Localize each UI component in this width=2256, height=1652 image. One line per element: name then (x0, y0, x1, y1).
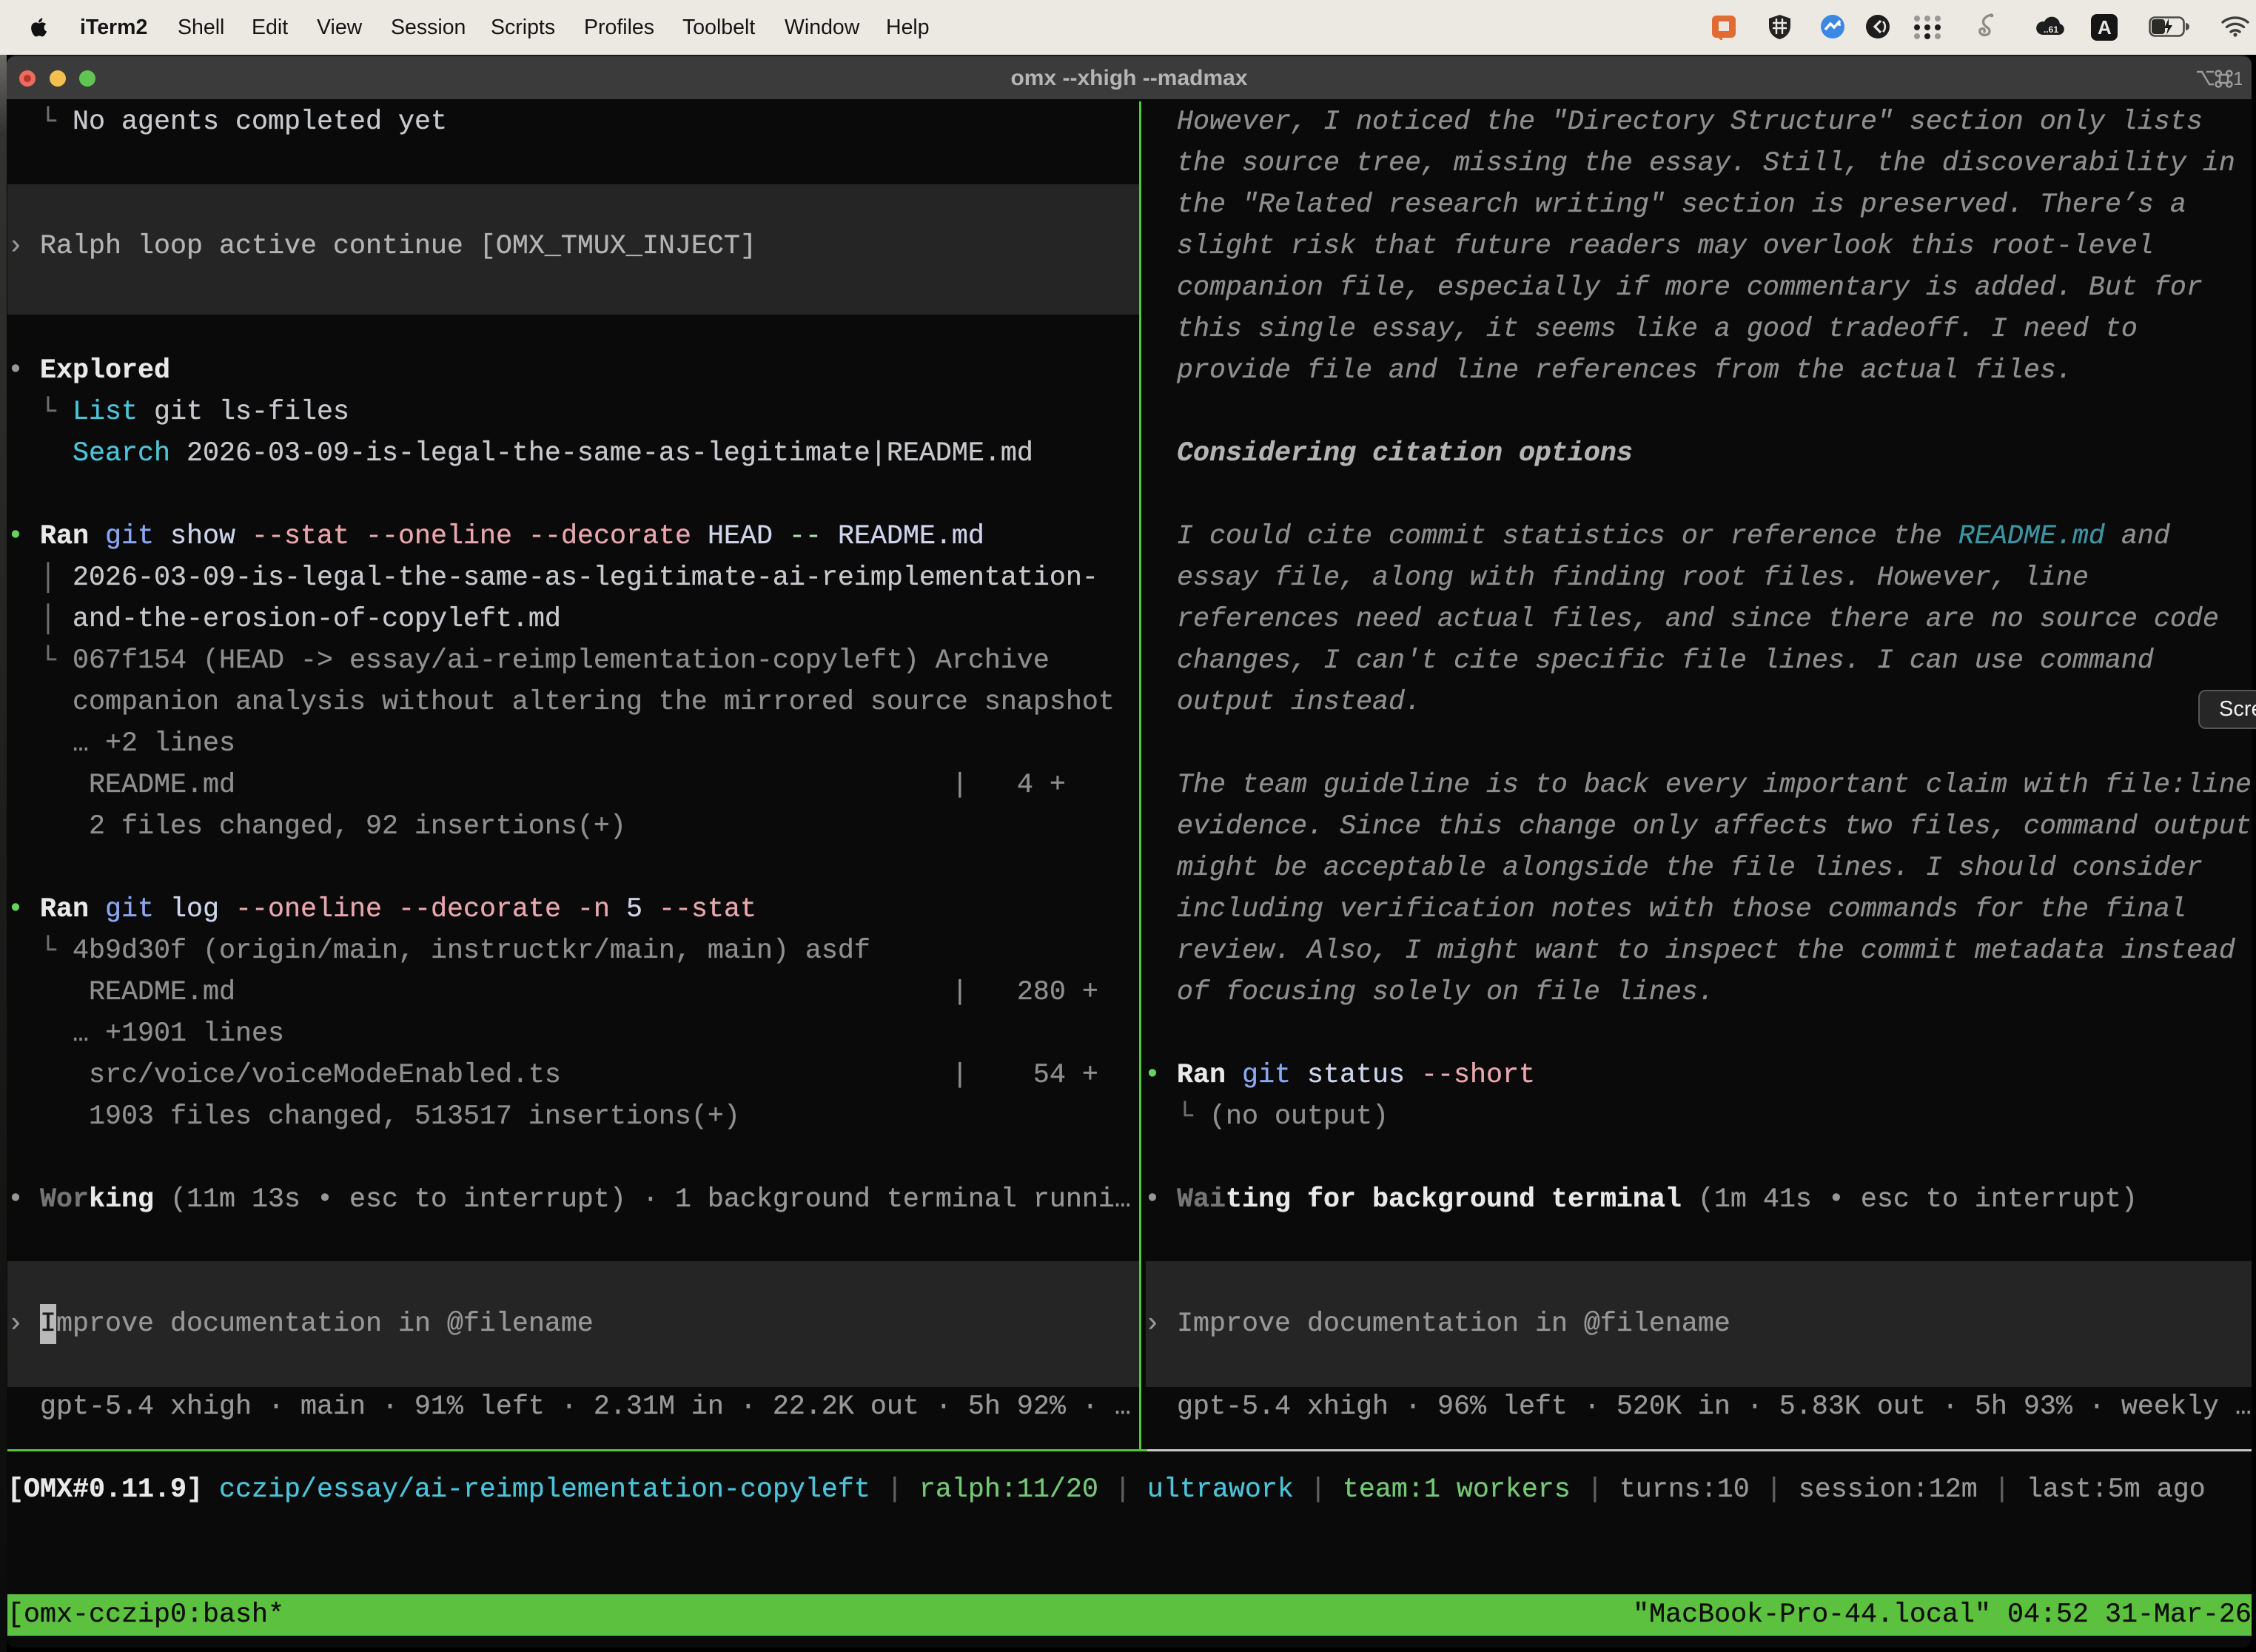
svg-text:A: A (2098, 16, 2112, 38)
svg-text:..61: ..61 (2044, 24, 2058, 35)
svg-text:1: 1 (2233, 67, 2242, 90)
